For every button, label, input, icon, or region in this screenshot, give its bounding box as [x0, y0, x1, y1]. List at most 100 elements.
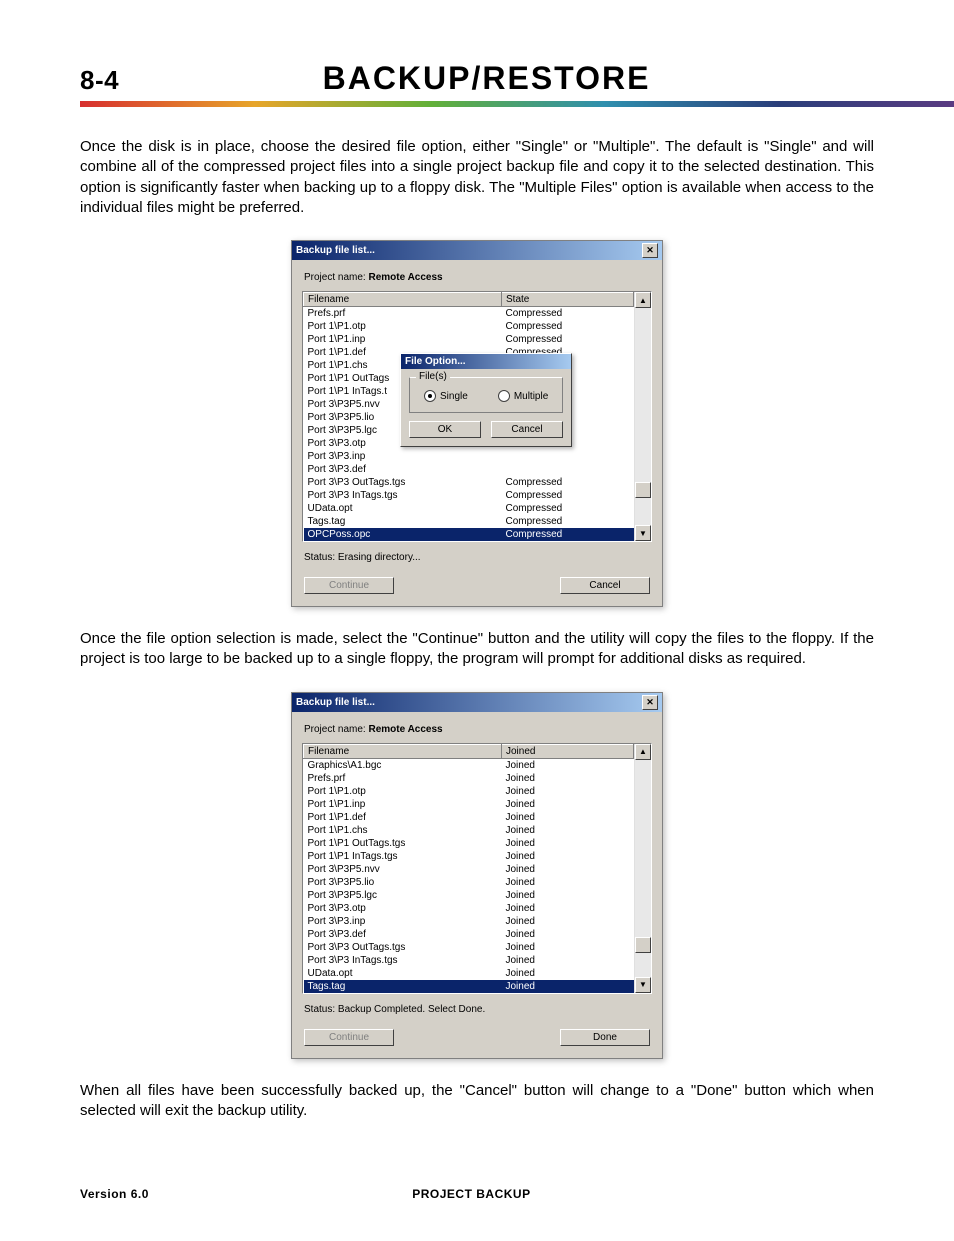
continue-button[interactable]: Continue: [304, 1029, 394, 1046]
cell-filename: Port 1\P1.otp: [304, 320, 502, 333]
cell-filename: Port 1\P1.inp: [304, 333, 502, 346]
cell-filename: Port 1\P1.def: [304, 811, 502, 824]
radio-single[interactable]: Single: [424, 390, 468, 402]
cell-state: Joined: [502, 967, 634, 980]
table-row[interactable]: Port 3\P3P5.lioJoined: [304, 876, 634, 889]
cell-state: Joined: [502, 954, 634, 967]
cell-filename: Port 1\P1 OutTags.tgs: [304, 837, 502, 850]
scroll-up-icon[interactable]: ▲: [635, 744, 651, 760]
cell-filename: Tags.tag: [304, 515, 502, 528]
cell-state: Compressed: [502, 320, 634, 333]
table-row[interactable]: Port 1\P1.defJoined: [304, 811, 634, 824]
table-row[interactable]: Port 3\P3 OutTags.tgsCompressed: [304, 476, 634, 489]
table-row[interactable]: Port 3\P3P5.nvvJoined: [304, 863, 634, 876]
file-list-table[interactable]: Filename Joined Graphics\A1.bgcJoinedPre…: [303, 744, 634, 993]
file-option-dialog: File Option... File(s) Single Multi: [400, 353, 572, 447]
cell-state: Joined: [502, 941, 634, 954]
cell-filename: OPCPoss.opc: [304, 528, 502, 541]
cell-state: Joined: [502, 928, 634, 941]
table-row[interactable]: Port 1\P1.otpCompressed: [304, 320, 634, 333]
table-row[interactable]: Prefs.prfCompressed: [304, 307, 634, 321]
table-row[interactable]: Port 1\P1.inpJoined: [304, 798, 634, 811]
table-row[interactable]: Port 1\P1 OutTags.tgsJoined: [304, 837, 634, 850]
col-filename[interactable]: Filename: [304, 293, 502, 307]
table-row[interactable]: Port 3\P3.inpJoined: [304, 915, 634, 928]
cell-filename: Port 3\P3.inp: [304, 915, 502, 928]
cell-filename: Prefs.prf: [304, 772, 502, 785]
close-icon[interactable]: ✕: [642, 695, 658, 710]
table-row[interactable]: Port 3\P3.defJoined: [304, 928, 634, 941]
scroll-thumb[interactable]: [635, 937, 651, 953]
col-filename[interactable]: Filename: [304, 744, 502, 758]
cell-state: Compressed: [502, 528, 634, 541]
paragraph-2: Once the file option selection is made, …: [80, 629, 874, 670]
project-name-value: Remote Access: [368, 272, 442, 283]
cell-state: Joined: [502, 758, 634, 772]
table-row[interactable]: Port 3\P3 InTags.tgsJoined: [304, 954, 634, 967]
scroll-down-icon[interactable]: ▼: [635, 977, 651, 993]
scroll-thumb[interactable]: [635, 482, 651, 498]
cell-state: Joined: [502, 837, 634, 850]
status-text: Erasing directory...: [338, 552, 421, 563]
modal-cancel-button[interactable]: Cancel: [491, 421, 563, 438]
table-row[interactable]: Prefs.prfJoined: [304, 772, 634, 785]
cell-state: Joined: [502, 980, 634, 993]
cell-filename: Port 3\P3P5.lio: [304, 876, 502, 889]
dialog2-title: Backup file list...: [296, 697, 375, 708]
cell-state: Compressed: [502, 515, 634, 528]
table-row[interactable]: UData.optJoined: [304, 967, 634, 980]
project-name-label: Project name:: [304, 272, 366, 283]
cell-filename: Graphics\A1.bgc: [304, 758, 502, 772]
col-state[interactable]: Joined: [502, 744, 634, 758]
table-row[interactable]: Port 3\P3P5.lgcJoined: [304, 889, 634, 902]
page-title: BACKUP/RESTORE: [99, 60, 874, 97]
scroll-down-icon[interactable]: ▼: [635, 525, 651, 541]
cancel-button[interactable]: Cancel: [560, 577, 650, 594]
cell-filename: Port 3\P3.inp: [304, 450, 502, 463]
cell-filename: Port 3\P3.otp: [304, 902, 502, 915]
continue-button[interactable]: Continue: [304, 577, 394, 594]
ok-button[interactable]: OK: [409, 421, 481, 438]
paragraph-1: Once the disk is in place, choose the de…: [80, 137, 874, 218]
cell-filename: UData.opt: [304, 967, 502, 980]
cell-state: Joined: [502, 824, 634, 837]
cell-state: Joined: [502, 850, 634, 863]
table-row[interactable]: Tags.tagJoined: [304, 980, 634, 993]
done-button[interactable]: Done: [560, 1029, 650, 1046]
radio-icon: [498, 390, 510, 402]
table-row[interactable]: Port 1\P1.inpCompressed: [304, 333, 634, 346]
table-row[interactable]: Port 1\P1.otpJoined: [304, 785, 634, 798]
cell-state: Joined: [502, 772, 634, 785]
table-row[interactable]: Port 3\P3.def: [304, 463, 634, 476]
cell-filename: Port 3\P3 InTags.tgs: [304, 954, 502, 967]
project-name-value: Remote Access: [368, 724, 442, 735]
table-row[interactable]: Port 3\P3 InTags.tgsCompressed: [304, 489, 634, 502]
table-row[interactable]: Port 1\P1.chsJoined: [304, 824, 634, 837]
cell-filename: Port 1\P1.inp: [304, 798, 502, 811]
cell-state: Joined: [502, 915, 634, 928]
footer-version: Version 6.0: [80, 1187, 149, 1201]
table-row[interactable]: OPCPoss.opcCompressed: [304, 528, 634, 541]
table-row[interactable]: Tags.tagCompressed: [304, 515, 634, 528]
scrollbar[interactable]: ▲ ▼: [634, 744, 651, 993]
table-row[interactable]: Port 3\P3 OutTags.tgsJoined: [304, 941, 634, 954]
cell-filename: Port 3\P3P5.nvv: [304, 863, 502, 876]
table-row[interactable]: UData.optCompressed: [304, 502, 634, 515]
cell-state: Joined: [502, 876, 634, 889]
table-row[interactable]: Port 1\P1 InTags.tgsJoined: [304, 850, 634, 863]
scrollbar[interactable]: ▲ ▼: [634, 292, 651, 541]
cell-filename: Port 3\P3.def: [304, 463, 502, 476]
cell-state: [502, 463, 634, 476]
col-state[interactable]: State: [502, 293, 634, 307]
close-icon[interactable]: ✕: [642, 243, 658, 258]
screenshot-backup-file-list-1: Backup file list... ✕ Project name: Remo…: [291, 240, 663, 607]
radio-single-label: Single: [440, 391, 468, 402]
scroll-up-icon[interactable]: ▲: [635, 292, 651, 308]
radio-multiple-label: Multiple: [514, 391, 548, 402]
table-row[interactable]: Graphics\A1.bgcJoined: [304, 758, 634, 772]
table-row[interactable]: Port 3\P3.inp: [304, 450, 634, 463]
cell-state: Joined: [502, 785, 634, 798]
status-text: Backup Completed. Select Done.: [338, 1004, 485, 1015]
table-row[interactable]: Port 3\P3.otpJoined: [304, 902, 634, 915]
radio-multiple[interactable]: Multiple: [498, 390, 548, 402]
